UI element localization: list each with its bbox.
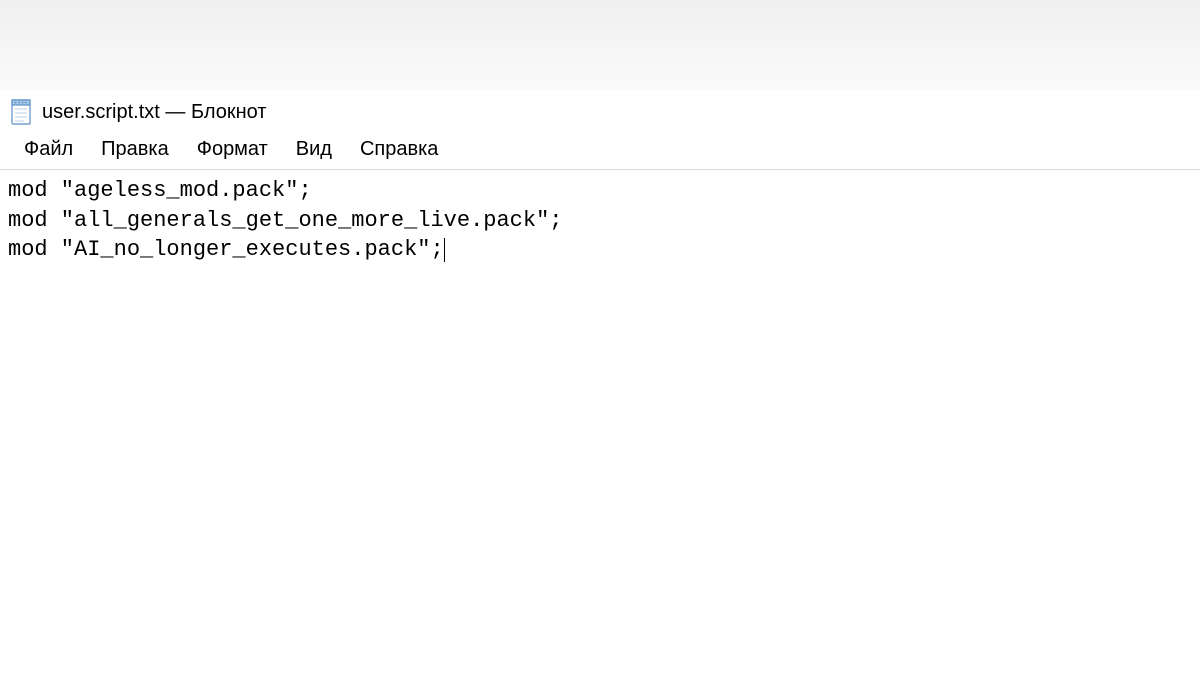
text-editor-area[interactable]: mod "ageless_mod.pack"; mod "all_general… (0, 170, 1200, 650)
desktop-background-strip (0, 0, 1200, 90)
window-title-separator: — (160, 101, 191, 123)
notepad-icon (10, 98, 34, 126)
notepad-window: user.script.txt — Блокнот Файл Правка Фо… (0, 90, 1200, 650)
menu-view[interactable]: Вид (282, 136, 346, 163)
menu-format[interactable]: Формат (183, 136, 282, 163)
menu-edit[interactable]: Правка (87, 136, 183, 163)
menu-bar: Файл Правка Формат Вид Справка (0, 132, 1200, 170)
window-filename: user.script.txt (42, 101, 160, 123)
text-cursor (444, 238, 445, 262)
menu-file[interactable]: Файл (10, 136, 87, 163)
menu-help[interactable]: Справка (346, 136, 452, 163)
window-title: user.script.txt — Блокнот (42, 101, 267, 124)
title-bar[interactable]: user.script.txt — Блокнот (0, 90, 1200, 132)
window-app-name: Блокнот (191, 101, 267, 123)
